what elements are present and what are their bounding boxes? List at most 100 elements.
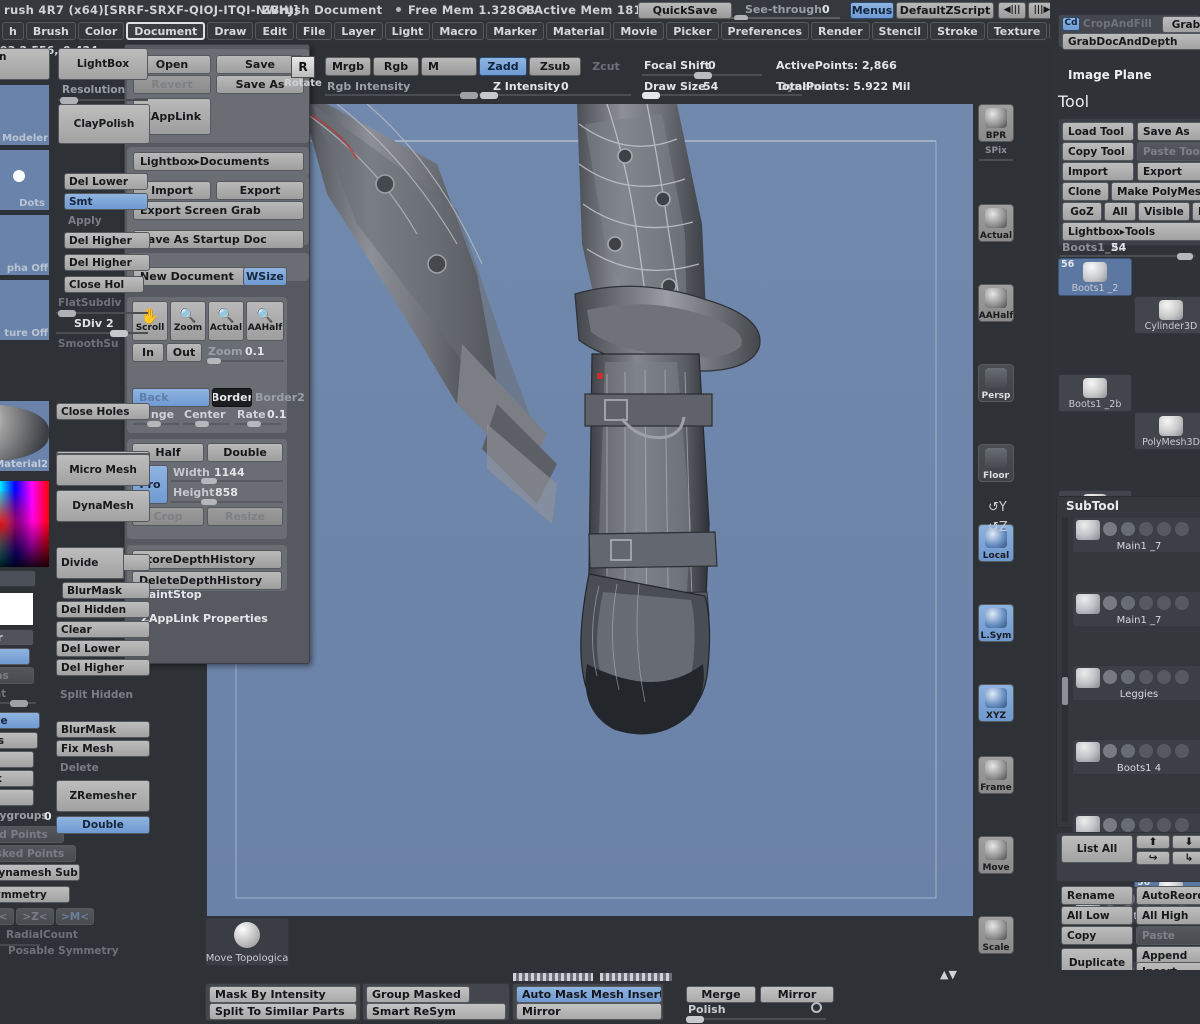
brush-palette-bar[interactable]: Move TopologicaSnakeHookClayBuildupClayT…: [205, 918, 1165, 1024]
blurmask-button-2[interactable]: BlurMask: [56, 721, 150, 738]
document-canvas[interactable]: [207, 104, 973, 916]
del-hidden-button[interactable]: Del Hidden: [56, 601, 150, 618]
menu-item-stencil[interactable]: Stencil: [871, 22, 929, 40]
rgb-intensity-knob[interactable]: [460, 92, 478, 99]
paste-tool-button[interactable]: Paste Tool: [1137, 142, 1200, 161]
left-double-button[interactable]: Double: [56, 816, 150, 834]
zremesher-button[interactable]: ZRemesher: [56, 780, 150, 812]
del-higher-button[interactable]: Del Higher: [56, 659, 150, 676]
autoreorder-button[interactable]: AutoReorder: [1136, 886, 1200, 905]
close-holes-button[interactable]: Close Holes: [56, 403, 150, 420]
subtool-eye-toggle[interactable]: [1103, 670, 1117, 684]
micro-mesh-button[interactable]: Micro Mesh: [56, 454, 150, 486]
mrgb-button[interactable]: Mrgb: [325, 57, 371, 76]
del-lower-button-1[interactable]: Del Lower: [64, 173, 148, 190]
doc-height-track[interactable]: [171, 501, 283, 503]
rotate-mode-button[interactable]: R Rotate: [284, 56, 322, 96]
move-down-button[interactable]: ⬇: [1172, 835, 1200, 849]
subtool-row-0[interactable]: Main1 _7: [1072, 517, 1200, 553]
polish-track[interactable]: [686, 1018, 826, 1020]
left-delete-button[interactable]: Delete: [56, 759, 150, 776]
sdiv-knob[interactable]: [110, 330, 128, 337]
z-intensity-track[interactable]: [479, 94, 631, 96]
doc-lightbox-documents-button[interactable]: Lightbox▸Documents: [133, 152, 304, 171]
tool-thumb-1[interactable]: Cylinder3D: [1134, 296, 1200, 334]
doc-store-depth-history-button[interactable]: StoreDepthHistory: [132, 550, 282, 569]
flatsubdiv-knob[interactable]: [58, 310, 76, 317]
zsub-button[interactable]: Zsub: [529, 57, 581, 76]
sym-m-button[interactable]: >M<: [56, 908, 94, 925]
menu-item-edit[interactable]: Edit: [255, 22, 294, 40]
menu-item-h[interactable]: h: [2, 22, 24, 40]
doc-new-document-button[interactable]: New Document: [133, 267, 249, 286]
all-button[interactable]: All: [1104, 202, 1136, 221]
backface-mask-button[interactable]: kfaceMas: [0, 667, 34, 684]
move-in-button[interactable]: ↪: [1136, 851, 1170, 865]
subtool-visibility-toggle[interactable]: [1121, 744, 1135, 758]
move-out-button[interactable]: ↳: [1172, 851, 1200, 865]
grabdoc-and-depth-button[interactable]: GrabDocAndDepth: [1062, 33, 1200, 50]
shrink-mask-button[interactable]: inkMask: [0, 770, 34, 787]
menu-item-stroke[interactable]: Stroke: [930, 22, 985, 40]
menu-item-movie[interactable]: Movie: [613, 22, 665, 40]
doc-rate-knob[interactable]: [247, 421, 261, 427]
tool-slider-track[interactable]: [1060, 255, 1195, 257]
doc-out-button[interactable]: Out: [166, 343, 202, 362]
claypolish-button[interactable]: ClayPolish: [58, 104, 150, 144]
cd-button[interactable]: Cd: [1062, 17, 1080, 31]
doc-aahalf-button[interactable]: 🔍 AAHalf: [246, 301, 284, 341]
menus-button[interactable]: Menus: [850, 2, 894, 19]
brush-cell-0[interactable]: Move Topologica: [205, 918, 289, 966]
subtool-visibility-toggle[interactable]: [1121, 818, 1135, 832]
clone-button[interactable]: Clone: [1062, 182, 1109, 201]
primary-color-swatch[interactable]: [0, 592, 34, 626]
group-visible-button[interactable]: upVisible: [0, 712, 40, 729]
fix-mesh-button[interactable]: Fix Mesh: [56, 740, 150, 757]
gradient-button[interactable]: dient: [0, 570, 36, 587]
blurmask-button-1[interactable]: BlurMask: [62, 582, 150, 599]
subtool-scrollbar-thumb[interactable]: [1062, 677, 1068, 705]
scroll-up-icon[interactable]: ▲▼: [940, 968, 957, 981]
menu-item-marker[interactable]: Marker: [486, 22, 544, 40]
rail-button-lsym[interactable]: L.Sym: [978, 604, 1014, 642]
rail-button-bpr[interactable]: BPR: [978, 104, 1014, 142]
left-tray[interactable]: ojection ster Modeler Dots pha Off ture …: [0, 42, 150, 1024]
quicksave-button[interactable]: QuickSave: [638, 2, 732, 19]
menu-item-material[interactable]: Material: [545, 22, 612, 40]
doc-export-screen-grab-button[interactable]: Export Screen Grab: [133, 201, 304, 220]
subtool-paint-toggle[interactable]: [1157, 596, 1171, 610]
subtool-half-toggle[interactable]: [1139, 522, 1153, 536]
doc-width-knob[interactable]: [201, 478, 217, 484]
tool-thumb-2[interactable]: Boots1 _2b: [1058, 374, 1132, 412]
rotate-z-icon[interactable]: ↺Z: [988, 520, 1008, 535]
zcut-button[interactable]: Zcut: [583, 57, 629, 76]
subtool-eye-toggle[interactable]: [1103, 522, 1117, 536]
subtool-eye-toggle[interactable]: [1103, 818, 1117, 832]
split-hidden-button[interactable]: Split Hidden: [56, 686, 150, 703]
drag-handle-left[interactable]: [513, 973, 593, 981]
menu-item-brush[interactable]: Brush: [25, 22, 76, 40]
menu-item-picker[interactable]: Picker: [666, 22, 719, 40]
doc-border-button[interactable]: Border: [212, 388, 252, 407]
drag-handle-right[interactable]: [600, 973, 672, 981]
zadd-button[interactable]: Zadd: [479, 57, 527, 76]
subtool-row-2[interactable]: Leggies: [1072, 665, 1200, 701]
apply-button[interactable]: Apply: [64, 212, 148, 229]
rail-button-frame[interactable]: Frame: [978, 756, 1014, 794]
activate-symmetry-button[interactable]: ivate Symmetry: [0, 886, 70, 903]
focal-shift-knob[interactable]: [694, 72, 712, 79]
menu-item-light[interactable]: Light: [384, 22, 431, 40]
smt-button[interactable]: Smt: [64, 193, 148, 210]
switch-color-button[interactable]: tchColor: [0, 629, 34, 646]
unmasked-points-button[interactable]: t Unmasked Points: [0, 845, 76, 862]
projection-master-button[interactable]: ojection ster: [0, 48, 50, 80]
del-lower-button[interactable]: Del Lower: [56, 640, 150, 657]
goz-button[interactable]: GoZ: [1062, 202, 1102, 221]
subtool-visibility-toggle[interactable]: [1121, 596, 1135, 610]
rail-slider-spix[interactable]: [979, 159, 1013, 161]
subtool-view-toggle[interactable]: [1175, 522, 1189, 536]
del-higher-button-1[interactable]: Del Higher: [64, 232, 150, 249]
clear-button[interactable]: Clear: [56, 621, 150, 638]
sdiv-track[interactable]: [56, 332, 148, 334]
del-higher-button-2[interactable]: Del Higher: [64, 254, 150, 271]
